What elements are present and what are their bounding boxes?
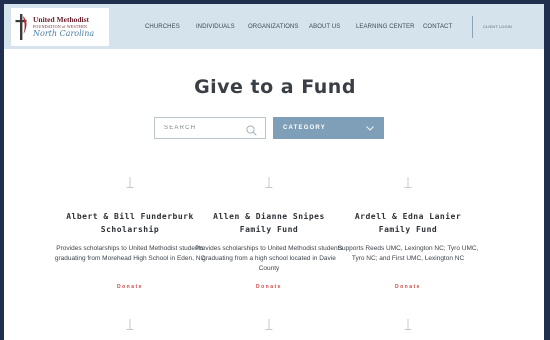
search-box (154, 117, 266, 139)
donate-link[interactable]: Donate (207, 284, 331, 290)
nav-about-us[interactable]: ABOUT US (309, 4, 340, 49)
fund-title-line: Allen & Dianne Snipes (213, 212, 325, 221)
logo-script: North Carolina (33, 28, 95, 38)
site-logo[interactable]: United Methodist FOUNDATION of WESTERN N… (11, 8, 109, 46)
fund-icon (403, 318, 413, 330)
fund-description: Supports Reeds UMC, Lexington NC; Tyro U… (337, 245, 479, 262)
donate-link[interactable]: Donate (68, 284, 192, 290)
fund-title-line: Scholarship (100, 224, 160, 234)
fund-icon (264, 176, 274, 188)
fund-icon (125, 176, 135, 188)
fund-title-line: Ardell & Edna Lanier (354, 212, 462, 221)
nav-learning-center[interactable]: LEARNING CENTER (356, 4, 415, 49)
fund-title: Albert & Bill Funderburk Scholarship (56, 211, 204, 236)
fund-title: Ardell & Edna Lanier Family Fund (334, 211, 482, 236)
nav-individuals[interactable]: INDIVIDUALS (196, 4, 235, 49)
search-input[interactable] (164, 125, 249, 131)
fund-title-line: Family Fund (378, 224, 438, 234)
fund-icon (264, 318, 274, 330)
fund-description: Provides scholarships to United Methodis… (195, 245, 343, 272)
nav-organizations[interactable]: ORGANIZATIONS (248, 4, 299, 49)
nav-contact[interactable]: CONTACT (423, 4, 452, 49)
fund-title-line: Albert & Bill Funderburk (66, 212, 194, 221)
category-label: CATEGORY (283, 125, 326, 131)
nav-divider (472, 16, 473, 38)
fund-icon (125, 318, 135, 330)
search-icon[interactable] (246, 123, 257, 136)
page-title: Give to a Fund (194, 76, 356, 98)
category-dropdown[interactable]: CATEGORY (273, 117, 384, 139)
logo-title: United Methodist (33, 15, 90, 25)
fund-description: Provides scholarships to United Methodis… (54, 245, 206, 262)
site-header: United Methodist FOUNDATION of WESTERN N… (4, 4, 544, 49)
cross-flame-icon (15, 12, 29, 42)
fund-icon (403, 176, 413, 188)
chevron-down-icon (366, 124, 374, 132)
fund-title: Allen & Dianne Snipes Family Fund (195, 211, 343, 236)
nav-churches[interactable]: CHURCHES (145, 4, 180, 49)
client-login-link[interactable]: CLIENT LOGIN (483, 4, 512, 49)
fund-title-line: Family Fund (239, 224, 299, 234)
donate-link[interactable]: Donate (346, 284, 470, 290)
